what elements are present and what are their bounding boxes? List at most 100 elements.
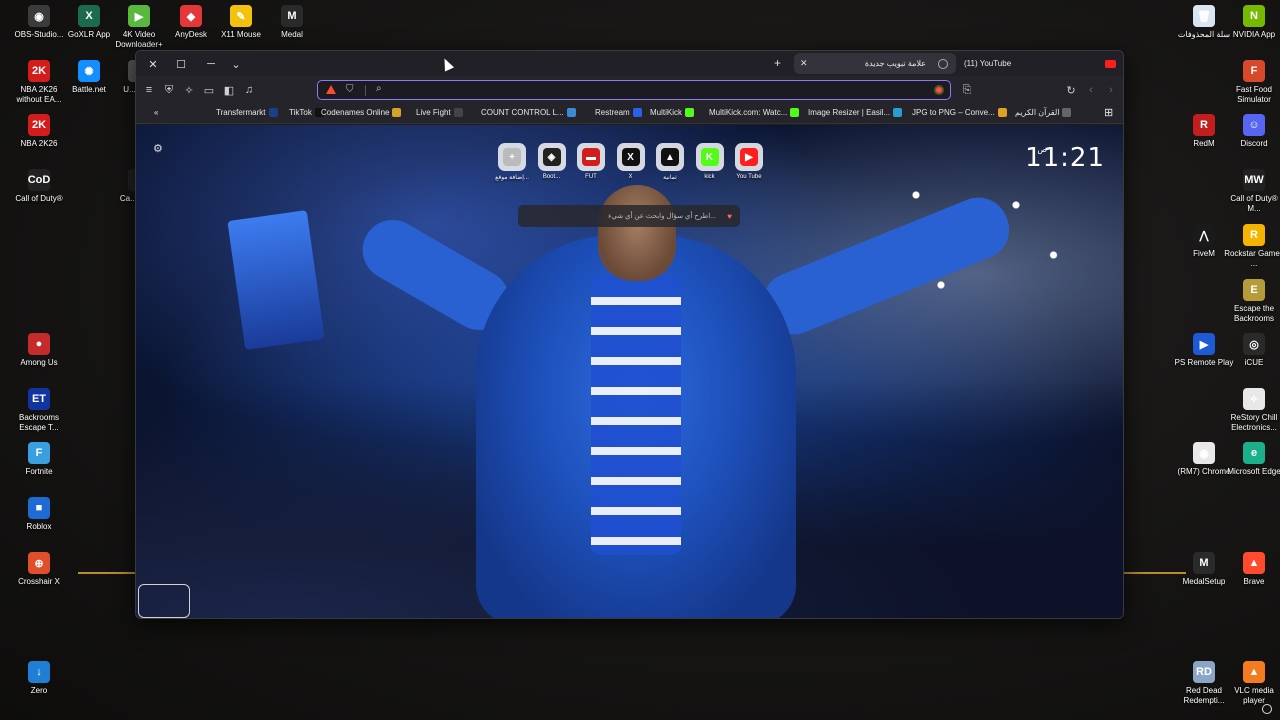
desktop-icon-left[interactable]: ⊕ Crosshair X	[8, 552, 70, 587]
desktop-icon-left[interactable]: F Fortnite	[8, 442, 70, 477]
bookmark-icon[interactable]: ⎘	[960, 83, 974, 97]
bookmark-item[interactable]: MultiKick	[650, 108, 695, 117]
desktop-icon-right[interactable]: N NVIDIA App	[1223, 5, 1280, 40]
desktop-icon-right[interactable]: e Microsoft Edge	[1223, 442, 1280, 477]
close-window-button[interactable]: ✕	[144, 55, 162, 73]
bookmark-item[interactable]: Image Resizer | Easil...	[808, 108, 903, 117]
bookmark-item[interactable]: Live Fight	[416, 108, 463, 117]
desktop-icon-right[interactable]: R Rockstar Games ...	[1223, 224, 1280, 268]
maximize-button[interactable]: ☐	[172, 55, 190, 73]
back-icon[interactable]: ‹	[1084, 83, 1098, 97]
divider	[365, 85, 366, 96]
top-site-tile[interactable]: XX	[616, 143, 645, 181]
menu-icon[interactable]: ≡	[142, 83, 156, 97]
bookmark-label: القرآن الكريم	[1015, 108, 1060, 117]
top-site-icon: ◈	[537, 143, 566, 171]
top-site-label: You Tube	[736, 174, 762, 180]
toolbar: ≡ ⛨ ✧ ▭ ◧ ♫ ⛉ ⌕ ⎘ ↻ ‹ ›	[136, 76, 1123, 104]
forward-icon[interactable]: ›	[1104, 83, 1118, 97]
bookmark-item[interactable]: القرآن الكريم	[1015, 108, 1072, 117]
settings-gear-icon[interactable]: ⚙	[153, 142, 163, 155]
app-icon: ✎	[230, 5, 252, 27]
bookmark-item[interactable]: COUNT CONTROL L...	[481, 108, 576, 117]
desktop-icon-left[interactable]: ● Among Us	[8, 333, 70, 368]
desktop-icon-right[interactable]: ◎ iCUE	[1223, 333, 1280, 368]
top-site-tile[interactable]: Kkick	[695, 143, 724, 181]
desktop-icon-right[interactable]: ☺ Discord	[1223, 114, 1280, 149]
leo-icon[interactable]: ♥	[727, 212, 732, 221]
browser-window[interactable]: ✕ ☐ ─ ⌄ + ✕ علامة تبويب جديدة (11) YouTu…	[135, 50, 1124, 619]
desktop-icon-label: FiveM	[1193, 249, 1215, 258]
close-tab-icon[interactable]: ✕	[800, 58, 808, 69]
site-logo-icon: ▶	[740, 148, 758, 166]
app-icon: 🗑	[1193, 5, 1215, 27]
app-icon: RD	[1193, 661, 1215, 683]
music-icon[interactable]: ♫	[242, 83, 256, 97]
bookmark-item[interactable]: Codenames Online	[321, 108, 402, 117]
sidebar-icon[interactable]: ◧	[222, 83, 236, 97]
desktop-icon-right[interactable]: ▲ Brave	[1223, 552, 1280, 587]
bookmark-item[interactable]: TikTok	[289, 108, 324, 117]
bookmark-favicon-icon	[790, 108, 800, 117]
app-icon: 2K	[28, 60, 50, 82]
bookmark-item[interactable]: MultiKick.com: Watc...	[709, 108, 800, 117]
brave-icon[interactable]	[326, 85, 336, 94]
tab-youtube[interactable]: (11) YouTube	[958, 53, 1123, 74]
tabs-icon[interactable]: ▭	[202, 83, 216, 97]
site-logo-icon: K	[700, 148, 719, 166]
desktop-icon-left[interactable]: M Medal	[261, 5, 323, 40]
minimize-button[interactable]: ─	[202, 55, 220, 73]
bookmark-label: JPG to PNG – Conve...	[912, 108, 995, 117]
app-icon: ▲	[1243, 661, 1265, 683]
extensions-icon[interactable]: ✧	[182, 83, 196, 97]
desktop-icon-right[interactable]: MW Call of Duty® M...	[1223, 169, 1280, 213]
tray-icon[interactable]	[1262, 704, 1272, 714]
new-tab-button[interactable]: +	[774, 56, 781, 70]
desktop-icon-right[interactable]: E Escape the Backrooms	[1223, 279, 1280, 323]
app-icon: ◎	[1243, 333, 1265, 355]
bookmark-favicon-icon	[566, 108, 576, 117]
tab-list-chevron-icon[interactable]: ⌄	[227, 55, 245, 73]
app-icon: ▲	[1243, 552, 1265, 574]
top-site-tile[interactable]: ▬ FUT	[577, 143, 605, 181]
collapse-chevron-icon[interactable]: «	[154, 108, 158, 117]
desktop-icon-label: Escape the Backrooms	[1233, 304, 1275, 323]
desktop-icon-left[interactable]: 2K NBA 2K26	[8, 114, 70, 149]
top-site-label: FUT	[585, 174, 597, 180]
desktop-icon-right[interactable]: ⟡ ReStory Chill Electronics...	[1223, 388, 1280, 432]
desktop-icon-left[interactable]: CoD Call of Duty®	[8, 169, 70, 204]
top-site-tile[interactable]: ▶ You Tube	[735, 143, 763, 181]
desktop-icon-label: Crosshair X	[18, 577, 60, 586]
apps-grid-icon[interactable]: ⊞	[1104, 106, 1113, 119]
bookmark-label: Image Resizer | Easil...	[808, 108, 891, 117]
tab-new-tab[interactable]: ✕ علامة تبويب جديدة	[794, 53, 956, 74]
background-head	[598, 185, 676, 281]
desktop-icon-label: Microsoft Edge	[1227, 467, 1280, 476]
desktop-icon-left[interactable]: ET Backrooms Escape T...	[8, 388, 70, 432]
app-icon: ◉	[28, 5, 50, 27]
desktop-icon-right[interactable]: ▲ VLC media player	[1223, 661, 1280, 705]
record-icon[interactable]	[934, 85, 944, 95]
desktop-icon-left[interactable]: ↓ Zero	[8, 661, 70, 696]
title-bar[interactable]: ✕ ☐ ─ ⌄ + ✕ علامة تبويب جديدة (11) YouTu…	[136, 51, 1123, 76]
bookmark-item[interactable]: JPG to PNG – Conve...	[912, 108, 1007, 117]
app-icon: R	[1243, 224, 1265, 246]
ask-input[interactable]: اطرح أي سؤال وابحث عن أي شيء... ♥	[518, 205, 740, 227]
app-icon: ⋀	[1193, 224, 1215, 246]
app-icon: ET	[28, 388, 50, 410]
desktop-icon-left[interactable]: ■ Roblox	[8, 497, 70, 532]
top-site-tile[interactable]: ▲ ثمانية	[656, 143, 684, 181]
app-icon: ⊕	[28, 552, 50, 574]
shield-icon[interactable]: ⛨	[162, 83, 176, 97]
reload-icon[interactable]: ↻	[1064, 83, 1078, 97]
bookmark-item[interactable]: Transfermarkt	[216, 108, 278, 117]
bookmark-label: COUNT CONTROL L...	[481, 108, 564, 117]
address-bar[interactable]: ⛉ ⌕	[317, 80, 951, 100]
site-logo-icon: +	[503, 148, 521, 166]
shield-icon[interactable]: ⛉	[346, 84, 354, 95]
top-site-tile[interactable]: + إضافة موقع...	[495, 143, 529, 181]
bookmark-item[interactable]: Restream	[595, 108, 642, 117]
desktop-icon-right[interactable]: F Fast Food Simulator	[1223, 60, 1280, 104]
desktop-icon-label: Brave	[1243, 577, 1265, 586]
top-site-tile[interactable]: ◈ Boot...	[537, 143, 566, 181]
